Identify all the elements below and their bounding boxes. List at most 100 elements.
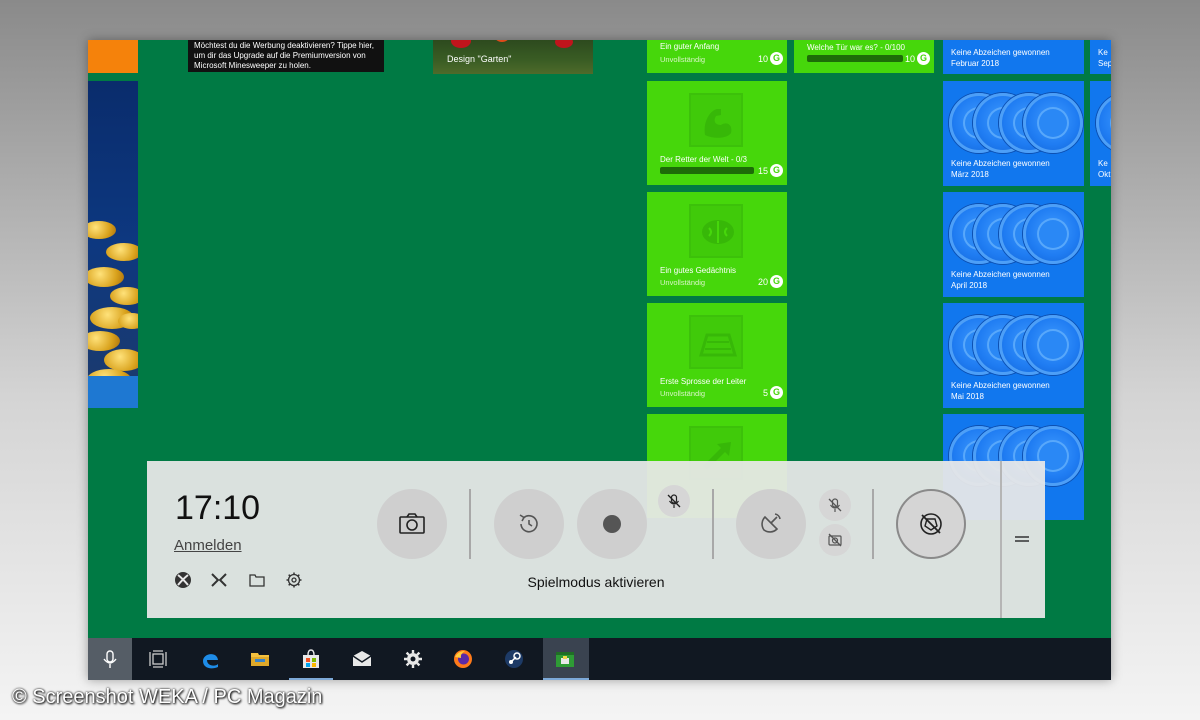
microphone-off-icon — [667, 494, 681, 508]
screenshot-button[interactable] — [377, 489, 447, 559]
microphone-toggle[interactable] — [658, 485, 690, 517]
achievement-tile[interactable]: Welche Tür war es? - 0/100 10 G — [794, 40, 934, 73]
achievement-status: Unvollständig — [660, 278, 706, 287]
ad-banner[interactable]: Möchtest du die Werbung deaktivieren? Ti… — [188, 40, 384, 72]
game-bar: 17:10 Anmelden Spielmodus aktivieren — [147, 461, 1045, 618]
ad-text-line: um dir das Upgrade auf die Premiumversio… — [194, 51, 366, 60]
store-icon — [303, 649, 319, 668]
taskbar-edge[interactable] — [188, 638, 232, 680]
broadcast-icon — [761, 513, 781, 533]
performance-toggle[interactable] — [896, 489, 966, 559]
broadcast-camera-off-icon — [828, 533, 842, 547]
brain-icon — [689, 204, 743, 258]
badge-medal-icon — [1023, 93, 1083, 153]
achievement-title: Erste Sprosse der Leiter — [660, 377, 747, 386]
achievement-tile[interactable]: Erste Sprosse der Leiter Unvollständig 5… — [647, 303, 787, 407]
microphone-icon — [103, 650, 117, 668]
badge-title: Keine Abzeichen gewonnen — [951, 159, 1050, 168]
badge-month: Februar 2018 — [951, 59, 1000, 68]
orange-tile[interactable] — [88, 40, 138, 73]
separator — [469, 489, 471, 559]
blue-tile[interactable] — [88, 376, 138, 408]
ad-text-line: Möchtest du die Werbung deaktivieren? Ti… — [194, 41, 374, 50]
record-last-icon — [519, 514, 538, 533]
taskbar-store[interactable] — [289, 638, 333, 680]
edge-icon — [203, 654, 218, 669]
achievement-title: Ein gutes Gedächtnis — [660, 266, 737, 275]
badge-month: Sep — [1098, 59, 1111, 68]
gamerscore-icon: G — [770, 164, 783, 177]
gamerscore-icon: G — [770, 386, 783, 399]
copyright-credit: © Screenshot WEKA / PC Magazin — [12, 686, 323, 708]
gamerscore-icon: G — [770, 52, 783, 65]
taskbar-settings[interactable] — [391, 638, 435, 680]
badge-title: Ke — [1098, 48, 1108, 57]
flexed-arm-icon — [689, 93, 743, 147]
achievement-title: Ein guter Anfang — [660, 42, 720, 51]
screen: Möchtest du die Werbung deaktivieren? Ti… — [88, 40, 1111, 680]
taskbar-cortana-mic[interactable] — [88, 638, 132, 680]
badge-month: März 2018 — [951, 170, 989, 179]
record-button[interactable] — [577, 489, 647, 559]
badge-medal-icon — [1023, 204, 1083, 264]
taskbar-mail[interactable] — [340, 638, 384, 680]
signin-link[interactable]: Anmelden — [174, 537, 242, 554]
game-mode-toggle[interactable]: Spielmodus aktivieren — [147, 574, 1045, 590]
achievement-points: 15 — [757, 166, 768, 176]
record-last-button[interactable] — [494, 489, 564, 559]
ad-text-line: Microsoft Minesweeper zu holen. — [194, 61, 311, 70]
badge-month: Mai 2018 — [951, 392, 984, 401]
taskbar-steam[interactable] — [492, 638, 536, 680]
badge-tile[interactable]: Keine Abzeichen gewonnen Februar 2018 — [943, 40, 1084, 74]
achievement-progress-bar — [660, 167, 754, 174]
performance-off-icon — [920, 513, 942, 535]
record-icon — [603, 515, 621, 533]
steam-icon — [505, 650, 523, 668]
badge-tile[interactable]: Keine Abzeichen gewonnen März 2018 — [943, 81, 1084, 186]
separator — [1000, 461, 1002, 618]
gamerscore-icon: G — [770, 275, 783, 288]
achievement-title: Welche Tür war es? - 0/100 — [807, 43, 905, 52]
firefox-icon — [454, 650, 472, 668]
badge-tile[interactable]: Keine Abzeichen gewonnen Mai 2018 — [943, 303, 1084, 408]
separator — [712, 489, 714, 559]
achievement-tile[interactable]: Ein guter Anfang Unvollständig 10 G — [647, 40, 787, 73]
badge-tile[interactable]: Keine Abzeichen gewonnen April 2018 — [943, 192, 1084, 297]
taskbar-minesweeper[interactable] — [543, 638, 589, 680]
ladder-icon — [689, 315, 743, 369]
taskbar — [88, 638, 1111, 680]
broadcast-camera-toggle[interactable] — [819, 524, 851, 556]
taskbar-task-view[interactable] — [136, 638, 180, 680]
badge-tile[interactable]: Ke Sep — [1090, 40, 1111, 74]
coins-tile[interactable] — [88, 81, 138, 376]
taskbar-firefox[interactable] — [441, 638, 485, 680]
achievement-tile[interactable]: Ein gutes Gedächtnis Unvollständig 20 G — [647, 192, 787, 296]
separator — [872, 489, 874, 559]
broadcast-mic-toggle[interactable] — [819, 489, 851, 521]
achievement-status: Unvollständig — [660, 55, 706, 64]
clock: 17:10 — [175, 489, 261, 527]
broadcast-mic-off-icon — [828, 498, 842, 512]
task-view-icon — [149, 650, 167, 668]
camera-icon — [399, 513, 425, 534]
badge-tile[interactable]: Ke Okt — [1090, 81, 1111, 186]
badge-title: Keine Abzeichen gewonnen — [951, 48, 1050, 57]
file-explorer-icon — [251, 653, 269, 666]
achievement-title: Der Retter der Welt - 0/3 — [660, 155, 747, 164]
badge-title: Keine Abzeichen gewonnen — [951, 270, 1050, 279]
badge-title: Ke — [1098, 159, 1108, 168]
achievement-tile[interactable]: Der Retter der Welt - 0/3 15 G — [647, 81, 787, 185]
achievement-points: 5 — [762, 388, 768, 398]
design-garden-tile[interactable]: Design "Garten" — [433, 40, 593, 74]
menu-icon[interactable] — [1014, 534, 1030, 544]
achievement-points: 10 — [904, 54, 915, 64]
achievement-progress-bar — [807, 55, 903, 62]
badge-title: Keine Abzeichen gewonnen — [951, 381, 1050, 390]
minesweeper-icon — [556, 652, 574, 667]
taskbar-file-explorer[interactable] — [238, 638, 282, 680]
gamerscore-icon: G — [917, 52, 930, 65]
broadcast-button[interactable] — [736, 489, 806, 559]
achievement-status: Unvollständig — [660, 389, 706, 398]
design-tile-label: Design "Garten" — [447, 54, 512, 64]
settings-icon — [404, 650, 422, 668]
